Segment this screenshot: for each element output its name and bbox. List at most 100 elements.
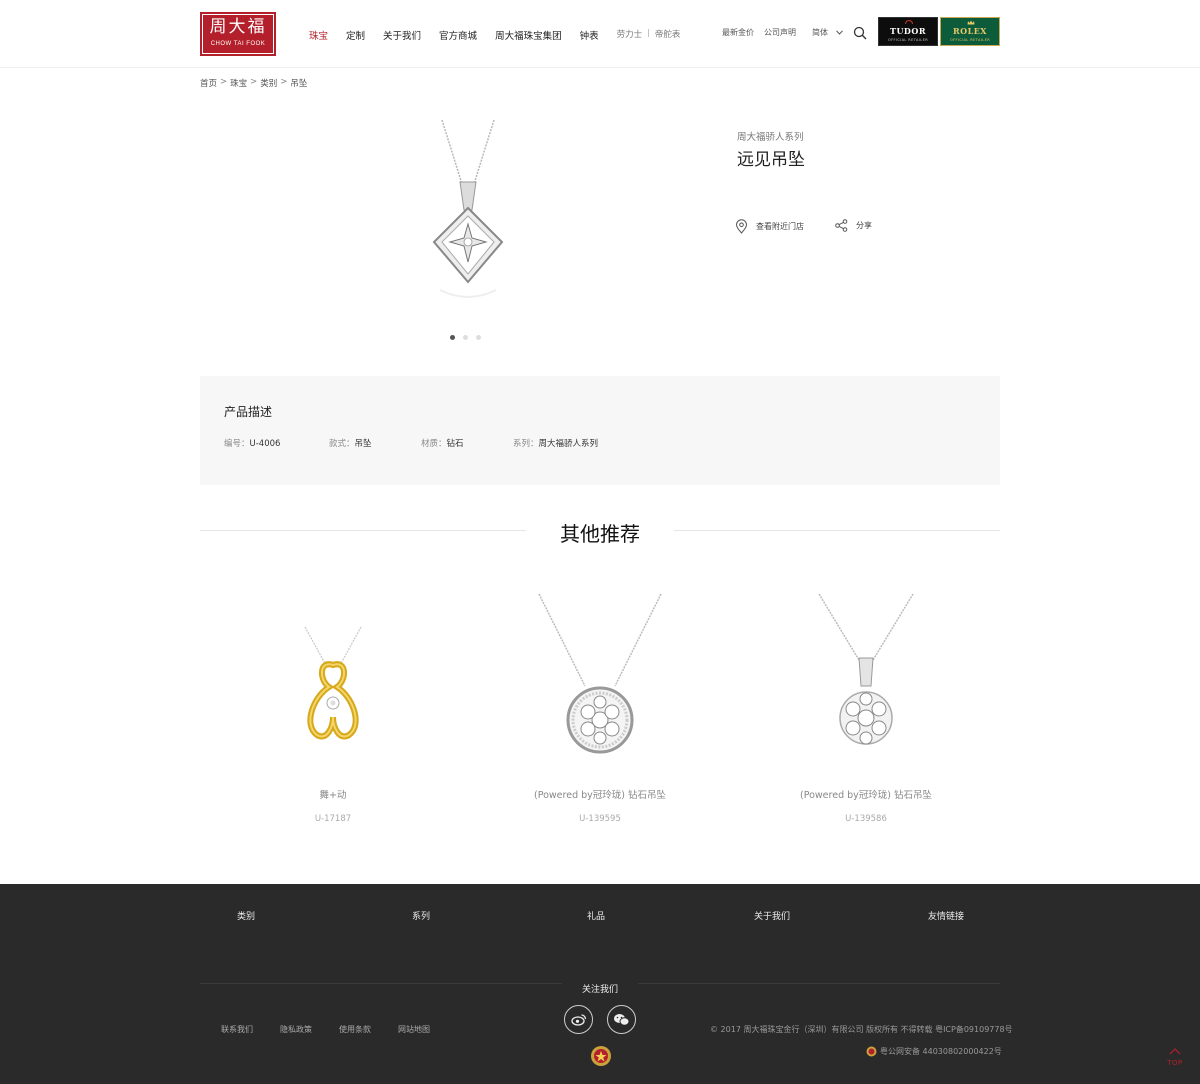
nav-watches[interactable]: 钟表 [580, 28, 599, 42]
recommend-card[interactable]: (Powered by冠玲珑) 钻石吊坠 U-139586 [746, 590, 986, 824]
recommend-card[interactable]: (Powered by冠玲珑) 钻石吊坠 U-139595 [480, 590, 720, 824]
product-description: 产品描述 编号：U-4006 款式：吊坠 材质：钻石 系列：周大福骄人系列 [200, 376, 1000, 485]
main-nav: 珠宝 定制 关于我们 官方商城 周大福珠宝集团 钟表 劳力士 | 帝舵表 [309, 28, 680, 42]
sitemap-link[interactable]: 网站地图 [398, 1024, 430, 1035]
weibo-button[interactable] [564, 1005, 593, 1034]
tudor-shield-icon [905, 20, 913, 24]
nav-about-us[interactable]: 关于我们 [383, 28, 421, 42]
back-to-top-label: TOP [1167, 1059, 1183, 1067]
spec-label: 编号： [224, 439, 250, 449]
rolex-crown-icon [967, 20, 975, 25]
rolex-retailer-badge[interactable]: ROLEX OFFICIAL RETAILER [940, 17, 1000, 46]
tudor-retailer-badge[interactable]: TUDOR OFFICIAL RETAILER [878, 17, 938, 46]
nav-customize[interactable]: 定制 [346, 28, 365, 42]
business-license-badge-icon[interactable] [588, 1044, 614, 1070]
nav-tudor[interactable]: 帝舵表 [655, 28, 681, 42]
nav-jewelry[interactable]: 珠宝 [309, 28, 328, 42]
recommend-image [480, 590, 720, 780]
spec-series: 系列：周大福骄人系列 [513, 437, 598, 449]
carousel-dot-1[interactable] [450, 335, 455, 340]
weibo-icon [570, 1014, 586, 1026]
search-icon[interactable] [853, 26, 867, 40]
recommend-name: 舞+动 [319, 790, 347, 801]
recommend-code: U-17187 [314, 814, 352, 824]
divider [200, 983, 562, 984]
divider [200, 530, 526, 531]
location-pin-icon [735, 219, 748, 234]
language-label: 简体 [812, 28, 828, 37]
recommend-name: (Powered by冠玲珑) 钻石吊坠 [800, 790, 932, 801]
police-emblem-icon [866, 1046, 877, 1057]
recommend-image [746, 590, 986, 780]
breadcrumb-separator: > [220, 77, 228, 87]
police-record-text: 粤公网安备 44030802000422号 [880, 1047, 1002, 1056]
logo-chinese: 周大福 [209, 17, 267, 37]
copyright-text: © 2017 周大福珠宝金行（深圳）有限公司 版权所有 不得转载 粤ICP备09… [710, 1025, 1013, 1034]
product-title: 远见吊坠 [737, 150, 805, 170]
privacy-policy-link[interactable]: 隐私政策 [280, 1024, 312, 1035]
spec-value: 周大福骄人系列 [538, 439, 599, 449]
tudor-sub: OFFICIAL RETAILER [887, 38, 929, 42]
wechat-icon [614, 1013, 630, 1026]
logo-english: CHOW TAI FOOK [210, 41, 266, 47]
company-statement-link[interactable]: 公司声明 [764, 27, 796, 38]
footer-category[interactable]: 类别 [237, 909, 255, 922]
rolex-name: ROLEX [952, 26, 988, 36]
footer-series[interactable]: 系列 [412, 909, 430, 922]
latest-gold-price-link[interactable]: 最新金价 [722, 27, 754, 38]
divider [674, 530, 1000, 531]
recommend-code: U-139586 [845, 814, 887, 824]
carousel-dots [450, 335, 489, 340]
spec-material: 材质：钻石 [421, 437, 464, 449]
footer-gifts[interactable]: 礼品 [587, 909, 605, 922]
nav-rolex[interactable]: 劳力士 [617, 28, 643, 42]
spec-value: 钻石 [446, 439, 464, 449]
divider [638, 983, 1000, 984]
rolex-sub: OFFICIAL RETAILER [949, 38, 991, 42]
wechat-button[interactable] [607, 1005, 636, 1034]
breadcrumb-jewelry[interactable]: 珠宝 [230, 77, 247, 89]
footer-friend-links[interactable]: 友情链接 [928, 909, 964, 922]
find-store-button[interactable]: 查看附近门店 [735, 219, 804, 234]
nav-group[interactable]: 周大福珠宝集团 [495, 28, 562, 42]
carousel-dot-2[interactable] [463, 335, 468, 340]
product-image[interactable] [400, 112, 530, 322]
breadcrumb: 首页 > 珠宝 > 类别 > 吊坠 [200, 77, 307, 89]
breadcrumb-pendant[interactable]: 吊坠 [290, 77, 307, 89]
language-select[interactable]: 简体 [812, 27, 843, 38]
share-label: 分享 [856, 221, 872, 230]
header-utility: 最新金价 公司声明 简体 [722, 27, 843, 38]
breadcrumb-separator: > [280, 77, 288, 87]
spec-value: 吊坠 [354, 439, 372, 449]
spec-label: 系列： [513, 439, 539, 449]
site-footer: 类别 系列 礼品 关于我们 友情链接 关注我们 联系我们 隐私政策 使用条款 网… [0, 884, 1200, 1084]
follow-us-label: 关注我们 [581, 985, 618, 995]
spec-label: 款式： [329, 439, 355, 449]
nav-official-store[interactable]: 官方商城 [439, 28, 477, 42]
recommend-card[interactable]: 舞+动 U-17187 [213, 590, 453, 824]
terms-of-use-link[interactable]: 使用条款 [339, 1024, 371, 1035]
contact-us-link[interactable]: 联系我们 [221, 1024, 253, 1035]
share-icon [835, 219, 848, 232]
recommend-image [213, 590, 453, 780]
recommend-code: U-139595 [579, 814, 621, 824]
share-button[interactable]: 分享 [835, 219, 872, 232]
back-to-top-button[interactable]: TOP [1162, 1040, 1188, 1068]
carousel-dot-3[interactable] [476, 335, 481, 340]
recommend-title: 其他推荐 [560, 522, 640, 546]
chow-tai-fook-logo[interactable]: 周大福 CHOW TAI FOOK [200, 12, 276, 56]
chevron-down-icon [836, 30, 843, 35]
spec-code: 编号：U-4006 [224, 437, 280, 449]
police-record[interactable]: 粤公网安备 44030802000422号 [866, 1046, 1002, 1057]
arrow-up-icon [1169, 1048, 1181, 1055]
product-series: 周大福骄人系列 [737, 132, 804, 143]
footer-about-us[interactable]: 关于我们 [754, 909, 790, 922]
breadcrumb-category[interactable]: 类别 [260, 77, 277, 89]
description-title: 产品描述 [224, 405, 273, 419]
spec-style: 款式：吊坠 [329, 437, 372, 449]
site-header: 周大福 CHOW TAI FOOK 珠宝 定制 关于我们 官方商城 周大福珠宝集… [0, 0, 1200, 68]
tudor-name: TUDOR [890, 26, 926, 36]
nav-separator: | [647, 28, 650, 37]
breadcrumb-home[interactable]: 首页 [200, 77, 217, 89]
spec-value: U-4006 [249, 439, 281, 449]
